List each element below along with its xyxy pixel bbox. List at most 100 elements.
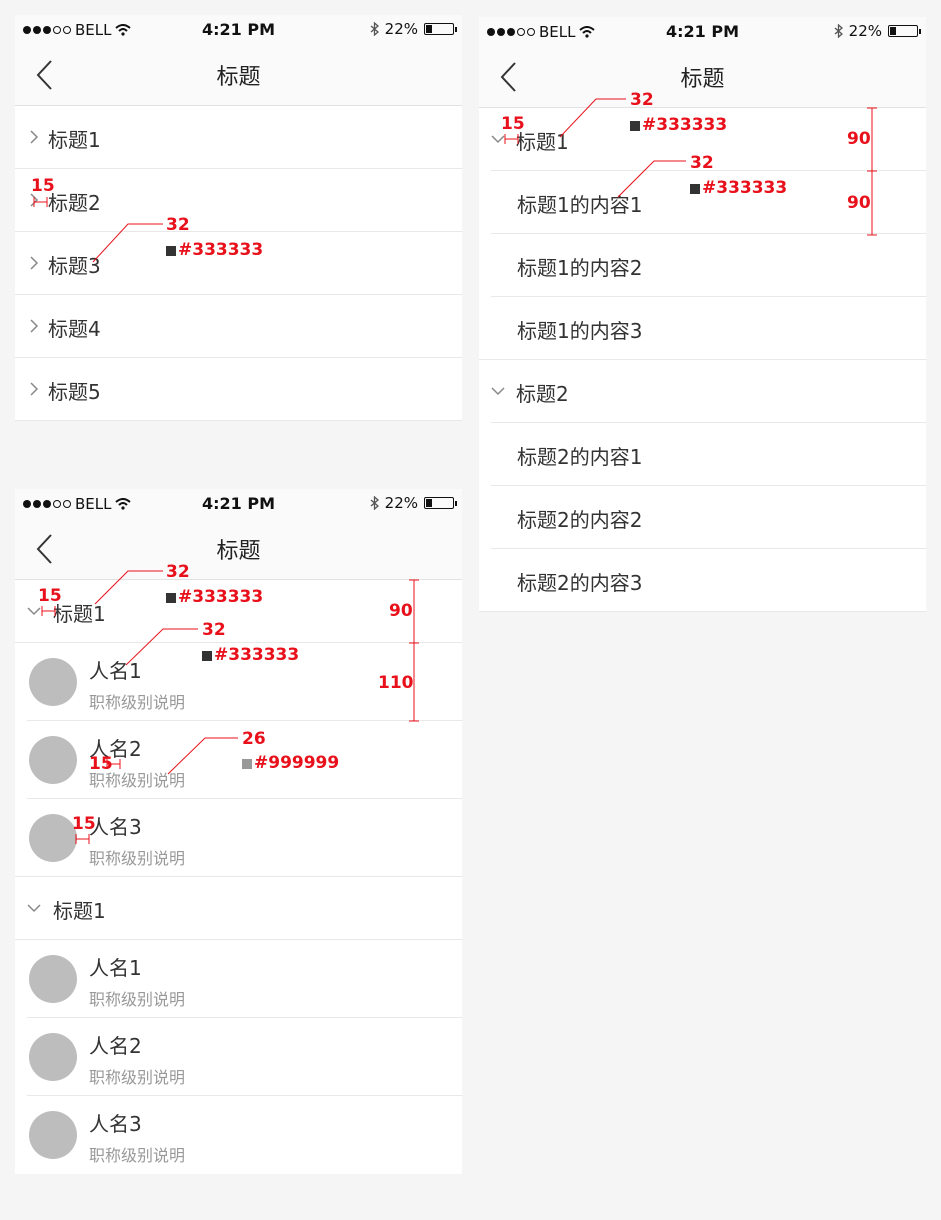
color-swatch	[242, 759, 252, 769]
person-name: 人名3	[89, 1112, 142, 1136]
spacing-annotation: 15	[72, 814, 96, 834]
list-item-label: 标题2	[48, 191, 101, 215]
color-code: #999999	[254, 753, 340, 773]
list-item-label: 标题3	[48, 254, 101, 278]
color-code: #333333	[178, 240, 264, 260]
list-item-label: 标题2的内容1	[517, 445, 643, 469]
nav-bar: 标题	[479, 47, 926, 108]
color-code: #333333	[178, 587, 264, 607]
color-code: #333333	[214, 645, 300, 665]
avatar	[29, 814, 77, 862]
list-item[interactable]: 标题2的内容3	[479, 549, 926, 612]
person-name: 人名1	[89, 659, 142, 683]
person-title: 职称级别说明	[89, 1068, 186, 1087]
color-swatch	[202, 651, 212, 661]
spacing-annotation: 15	[31, 176, 55, 196]
color-annotation: #333333	[166, 587, 263, 607]
avatar	[29, 955, 77, 1003]
status-bar: BELL 4:21 PM 22%	[479, 17, 926, 47]
person-title: 职称级别说明	[89, 1146, 186, 1165]
list-item[interactable]: 标题4	[15, 295, 462, 358]
status-bar: BELL 4:21 PM 22%	[15, 15, 462, 45]
color-annotation: #333333	[690, 178, 787, 198]
color-code: #333333	[642, 115, 728, 135]
color-swatch	[630, 121, 640, 131]
list-item[interactable]: 标题2的内容2	[491, 486, 926, 549]
list-item-label: 标题1的内容3	[517, 319, 643, 343]
bluetooth-icon	[370, 22, 379, 36]
chevron-down-icon	[491, 387, 505, 396]
height-annotation: 90	[847, 129, 871, 149]
size-annotation: 32	[690, 153, 714, 173]
avatar	[29, 736, 77, 784]
color-annotation: #333333	[630, 115, 727, 135]
list-item[interactable]: 标题2的内容1	[491, 423, 926, 486]
height-annotation: 90	[847, 193, 871, 213]
list-item[interactable]: 标题1的内容3	[479, 297, 926, 360]
person-title: 职称级别说明	[89, 849, 186, 868]
color-annotation: #333333	[202, 645, 299, 665]
list-item-label: 标题5	[48, 380, 101, 404]
list-item-label: 标题1	[48, 128, 101, 152]
page-title: 标题	[680, 67, 725, 92]
color-annotation: #333333	[166, 240, 263, 260]
list-item[interactable]: 标题2	[15, 169, 462, 232]
chevron-right-icon	[30, 256, 39, 270]
person-title: 职称级别说明	[89, 693, 186, 712]
battery-icon	[888, 25, 921, 37]
list-item[interactable]: 标题5	[15, 358, 462, 421]
screen-collapsed-list: BELL 4:21 PM 22% 标题 标题1 标题2 标题3 标题4 标题5	[15, 15, 462, 425]
color-swatch	[166, 246, 176, 256]
list-item[interactable]: 标题1的内容2	[491, 234, 926, 297]
status-bar: BELL 4:21 PM 22%	[15, 489, 462, 519]
battery-percent: 22%	[384, 20, 418, 38]
avatar	[29, 1033, 77, 1081]
person-item[interactable]: 人名1 职称级别说明	[27, 940, 462, 1018]
list-item-label: 标题2的内容2	[517, 508, 643, 532]
person-item[interactable]: 人名2 职称级别说明	[27, 1018, 462, 1096]
spacing-annotation: 15	[501, 114, 525, 134]
size-annotation: 26	[242, 729, 266, 749]
color-annotation: #999999	[242, 753, 339, 773]
nav-bar: 标题	[15, 45, 462, 106]
person-item[interactable]: 人名3 职称级别说明	[27, 1096, 462, 1174]
color-swatch	[690, 184, 700, 194]
spacing-annotation: 15	[89, 754, 113, 774]
list-item-label: 标题4	[48, 317, 101, 341]
battery-percent: 22%	[384, 494, 418, 512]
size-annotation: 32	[166, 215, 190, 235]
page-title: 标题	[216, 539, 261, 564]
color-swatch	[166, 593, 176, 603]
group-header[interactable]: 标题1	[15, 877, 462, 940]
size-annotation: 32	[166, 562, 190, 582]
battery-icon	[424, 497, 457, 509]
list-item-label: 标题2的内容3	[517, 571, 643, 595]
bluetooth-icon	[834, 24, 843, 38]
person-item[interactable]: 人名3 职称级别说明	[15, 799, 462, 877]
person-title: 职称级别说明	[89, 990, 186, 1009]
height-annotation: 90	[389, 601, 413, 621]
color-code: #333333	[702, 178, 788, 198]
page-title: 标题	[216, 65, 261, 90]
bottom-gap	[15, 1174, 462, 1220]
chevron-right-icon	[30, 382, 39, 396]
avatar	[29, 1111, 77, 1159]
avatar	[29, 658, 77, 706]
size-annotation: 32	[630, 90, 654, 110]
person-name: 人名3	[89, 815, 142, 839]
chevron-right-icon	[30, 319, 39, 333]
nav-bar: 标题	[15, 519, 462, 580]
people-list: 标题1 人名1 职称级别说明 人名2 职称级别说明 人名3 职称级别说明 标题1…	[15, 580, 462, 1174]
collapsed-list: 标题1 标题2 标题3 标题4 标题5	[15, 106, 462, 421]
battery-percent: 22%	[848, 22, 882, 40]
group-title: 标题2	[516, 382, 569, 406]
battery-icon	[424, 23, 457, 35]
chevron-down-icon	[27, 904, 41, 913]
group-header[interactable]: 标题2	[491, 360, 926, 423]
height-annotation: 110	[378, 673, 414, 693]
list-item[interactable]: 标题1	[15, 106, 462, 169]
person-name: 人名1	[89, 956, 142, 980]
person-name: 人名2	[89, 1034, 142, 1058]
bluetooth-icon	[370, 496, 379, 510]
group-title: 标题1	[53, 899, 106, 923]
